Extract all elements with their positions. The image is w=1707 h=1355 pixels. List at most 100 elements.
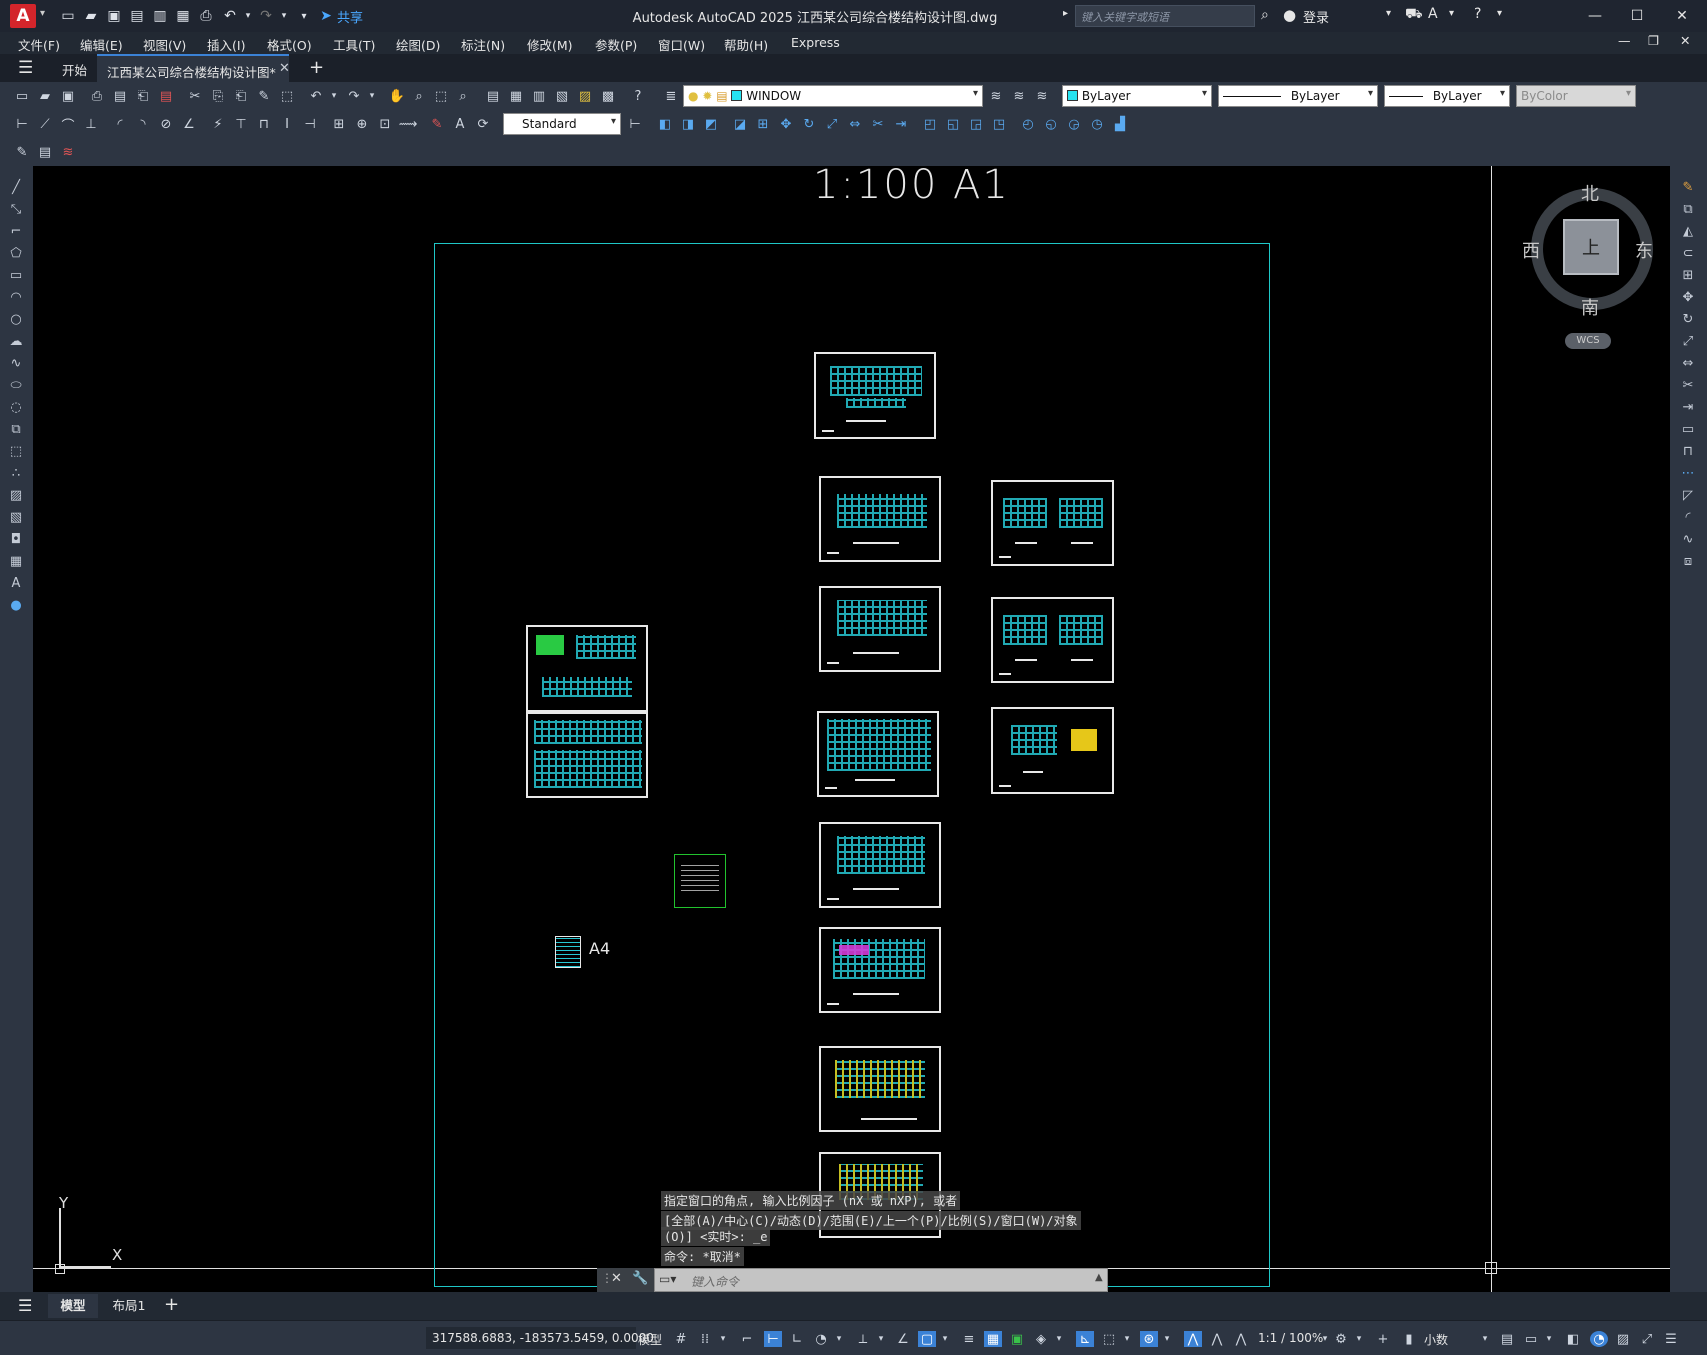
erase-side-icon[interactable]: ✎ <box>1678 178 1698 196</box>
drawing-sheet[interactable] <box>991 480 1114 566</box>
object-snap-tracking-icon[interactable]: ∠ <box>894 1331 912 1347</box>
units-icon[interactable]: ▮ <box>1400 1331 1418 1347</box>
blend-side-icon[interactable]: ∿ <box>1678 530 1698 548</box>
layer-on-icon[interactable]: ● <box>688 89 698 103</box>
minimize-icon[interactable]: — <box>1575 4 1615 28</box>
chamfer-icon[interactable]: ◲ <box>967 115 985 133</box>
help-dropdown-icon[interactable]: ▾ <box>1497 8 1502 19</box>
command-recent-icon[interactable]: ▭▾ <box>659 1272 676 1286</box>
annotation-scale-value[interactable]: 1:1 / 100% <box>1258 1331 1323 1345</box>
layout-list-icon[interactable]: ☰ <box>18 1296 32 1315</box>
dim-continue-icon[interactable]: ⊓ <box>255 115 273 133</box>
qnew-icon[interactable]: ▭ <box>13 87 31 105</box>
rectangle-icon[interactable]: ▭ <box>6 266 26 284</box>
menu-draw[interactable]: 绘图(D) <box>396 35 440 54</box>
center-mark-icon[interactable]: ⊕ <box>353 115 371 133</box>
new-layout-plus-icon[interactable]: + <box>164 1294 179 1315</box>
menu-view[interactable]: 视图(V) <box>143 35 186 54</box>
isodraft-icon[interactable]: ⟂ <box>854 1331 872 1347</box>
open-icon[interactable]: ▰ <box>36 87 54 105</box>
rotate-icon[interactable]: ↻ <box>800 115 818 133</box>
insert-block-icon[interactable]: ⧉ <box>6 420 26 438</box>
maximize-icon[interactable]: ☐ <box>1617 4 1657 28</box>
undo-icon[interactable]: ↶ <box>220 6 240 26</box>
tab-document[interactable]: 江西某公司综合楼结构设计图* <box>97 54 289 82</box>
design-center-icon[interactable]: ▦ <box>507 87 525 105</box>
autodesk-app-icon[interactable]: A <box>1428 6 1438 22</box>
login-button[interactable]: 登录 <box>1303 7 1329 26</box>
customization-icon[interactable]: ☰ <box>1662 1331 1680 1347</box>
menu-help[interactable]: 帮助(H) <box>724 35 768 54</box>
mirror-side-icon[interactable]: ◭ <box>1678 222 1698 240</box>
command-history-toggle-icon[interactable]: ▲ <box>1095 1272 1103 1283</box>
search-input[interactable]: 键入关键字或短语 <box>1075 5 1255 27</box>
copy-icon[interactable]: ⎘ <box>209 87 227 105</box>
grid-icon[interactable]: # <box>672 1331 690 1347</box>
break-point-side-icon[interactable]: ▭ <box>1678 420 1698 438</box>
menu-insert[interactable]: 插入(I) <box>207 35 245 54</box>
extend-icon[interactable]: ⇥ <box>892 115 910 133</box>
quick-dim-icon[interactable]: ⚡ <box>209 115 227 133</box>
spline-icon[interactable]: ∿ <box>6 354 26 372</box>
align-icon[interactable]: ◶ <box>1065 115 1083 133</box>
redo-dropdown-icon[interactable]: ▾ <box>274 6 294 26</box>
lock-ui-dropdown-icon[interactable]: ▾ <box>1540 1331 1558 1347</box>
copy-side-icon[interactable]: ⧉ <box>1678 200 1698 218</box>
polyline-icon[interactable]: ⌐ <box>6 222 26 240</box>
zoom-window-icon[interactable]: ⬚ <box>432 87 450 105</box>
break-icon[interactable]: ◰ <box>921 115 939 133</box>
lengthen-icon[interactable]: ◷ <box>1088 115 1106 133</box>
redo-toolbar-dropdown-icon[interactable]: ▾ <box>363 87 381 105</box>
transparency-icon[interactable]: ▦ <box>984 1331 1002 1347</box>
hardware-acceleration-icon[interactable]: ◔ <box>1590 1331 1608 1347</box>
lineweight-toggle-icon[interactable]: ≡ <box>960 1331 978 1347</box>
layer-states-icon[interactable]: ≋ <box>1033 87 1051 105</box>
dim-update-icon[interactable]: ⟳ <box>474 115 492 133</box>
command-customize-icon[interactable]: 🔧 <box>632 1271 648 1286</box>
menu-format[interactable]: 格式(O) <box>267 35 312 54</box>
undo-toolbar-icon[interactable]: ↶ <box>307 87 325 105</box>
workspace-dropdown-icon[interactable]: ▾ <box>1350 1331 1368 1347</box>
dim-diameter-icon[interactable]: ⊘ <box>157 115 175 133</box>
trim-side-icon[interactable]: ✂ <box>1678 376 1698 394</box>
doc-restore-icon[interactable]: ❐ <box>1648 33 1659 48</box>
tab-close-icon[interactable]: ✕ <box>279 61 290 76</box>
offset-side-icon[interactable]: ⊂ <box>1678 244 1698 262</box>
calculator-icon[interactable]: ▩ <box>599 87 617 105</box>
menu-file[interactable]: 文件(F) <box>18 35 60 54</box>
drawing-sheet[interactable] <box>817 711 939 797</box>
a4-sheet[interactable] <box>555 936 581 968</box>
revision-cloud-icon[interactable]: ☁ <box>6 332 26 350</box>
region-icon[interactable]: ◘ <box>6 530 26 548</box>
gizmo-dropdown-icon[interactable]: ▾ <box>1158 1331 1176 1347</box>
make-current-layer-icon[interactable]: ≋ <box>987 87 1005 105</box>
paste-icon[interactable]: ⎗ <box>232 87 250 105</box>
menu-dimension[interactable]: 标注(N) <box>461 35 505 54</box>
auto-scale-icon[interactable]: ⋀ <box>1208 1331 1226 1347</box>
preview-icon[interactable]: ▤ <box>111 87 129 105</box>
multiline-text-icon[interactable]: A <box>6 574 26 592</box>
dim-radius-icon[interactable]: ◜ <box>111 115 129 133</box>
dim-jogged-icon[interactable]: ◝ <box>134 115 152 133</box>
dim-arc-icon[interactable]: ⌒ <box>59 115 77 134</box>
layer-previous-icon[interactable]: ≋ <box>1010 87 1028 105</box>
pan-icon[interactable]: ✋ <box>388 87 406 105</box>
open-file-icon[interactable]: ▰ <box>81 6 101 26</box>
undo-toolbar-dropdown-icon[interactable]: ▾ <box>325 87 343 105</box>
drawing-sheet[interactable] <box>814 352 936 439</box>
isolate-objects-icon[interactable]: ◧ <box>1564 1331 1582 1347</box>
ellipse-icon[interactable]: ⬭ <box>6 376 26 394</box>
wcs-menu-button[interactable]: WCS <box>1565 333 1611 349</box>
layer-freeze-icon[interactable]: ✹ <box>702 89 712 103</box>
dim-style-manager-icon[interactable]: ⊢ <box>626 115 644 133</box>
doc-minimize-icon[interactable]: — <box>1618 33 1631 48</box>
menu-window[interactable]: 窗口(W) <box>658 35 705 54</box>
search-icon[interactable]: ⌕ <box>1261 7 1269 23</box>
quick-properties-icon[interactable]: ▤ <box>1498 1331 1516 1347</box>
fillet-side-icon[interactable]: ◜ <box>1678 508 1698 526</box>
tolerance-icon[interactable]: ⊞ <box>330 115 348 133</box>
explode-icon[interactable]: ◵ <box>1042 115 1060 133</box>
pedit-icon[interactable]: ▟ <box>1111 115 1129 133</box>
cart-icon[interactable]: ⛟ <box>1405 6 1423 24</box>
layer-lock-icon[interactable]: ▤ <box>716 89 727 103</box>
